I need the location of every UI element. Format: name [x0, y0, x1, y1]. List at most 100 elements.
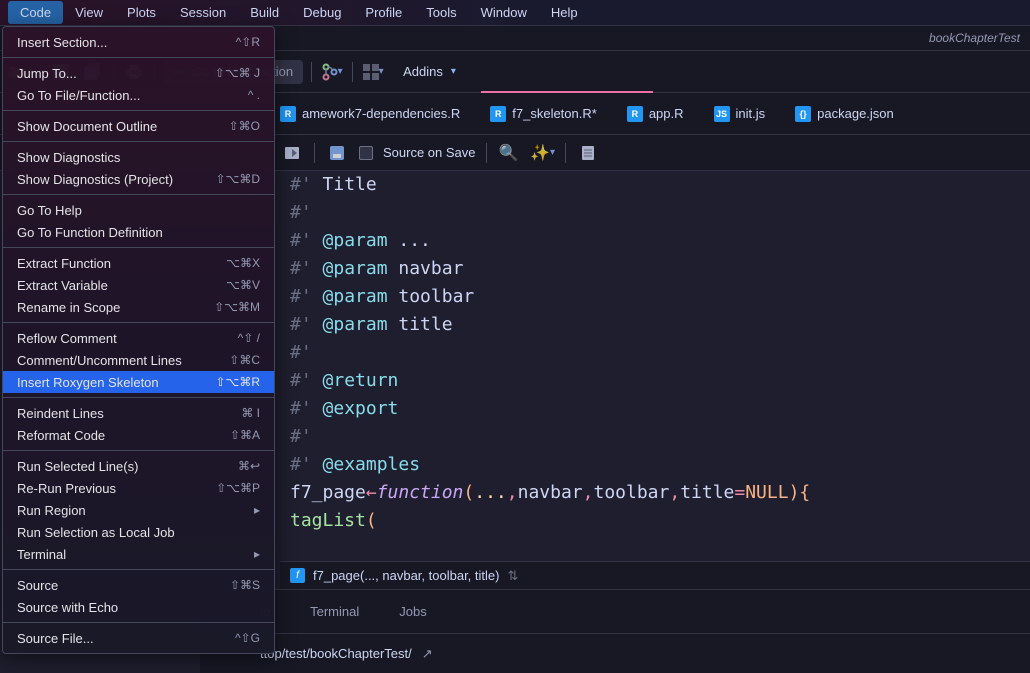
file-tab-label: f7_skeleton.R* — [512, 106, 597, 121]
editor-line[interactable]: #' — [280, 423, 1030, 451]
menu-item-go-to-file-function[interactable]: Go To File/Function...^ . — [3, 84, 274, 106]
menu-item-rename-in-scope[interactable]: Rename in Scope⇧⌥⌘M — [3, 296, 274, 318]
editor-line[interactable]: #' @param toolbar — [280, 283, 1030, 311]
menu-item-shortcut: ⇧⌥⌘R — [215, 375, 260, 389]
menu-item-label: Extract Function — [17, 256, 111, 271]
menu-item-source-file[interactable]: Source File... ^⇧G — [3, 627, 274, 649]
menu-item-label: Show Document Outline — [17, 119, 157, 134]
menu-help[interactable]: Help — [539, 1, 590, 24]
menu-item-reformat-code[interactable]: Reformat Code⇧⌘A — [3, 424, 274, 446]
menu-item-shortcut: ⌥⌘V — [226, 278, 260, 292]
function-signature-bar: f f7_page(..., navbar, toolbar, title) ⇅ — [280, 561, 1030, 589]
menu-item-terminal[interactable]: Terminal — [3, 543, 274, 565]
menu-item-label: Extract Variable — [17, 278, 108, 293]
menu-item-show-document-outline[interactable]: Show Document Outline⇧⌘O — [3, 115, 274, 137]
notebook-icon[interactable] — [576, 141, 600, 165]
menu-separator — [3, 569, 274, 570]
version-control-icon[interactable]: ▾ — [320, 60, 344, 84]
code-editor[interactable]: #' Title#'#' @param ...#' @param navbar#… — [280, 171, 1030, 583]
file-tab-label: amework7-dependencies.R — [302, 106, 460, 121]
editor-line[interactable]: #' — [280, 339, 1030, 367]
menu-profile[interactable]: Profile — [353, 1, 414, 24]
menu-tools[interactable]: Tools — [414, 1, 468, 24]
working-directory-path: ttop/test/bookChapterTest/ — [260, 646, 412, 661]
menu-view[interactable]: View — [63, 1, 115, 24]
menu-item-reflow-comment[interactable]: Reflow Comment^⇧ / — [3, 327, 274, 349]
editor-line[interactable]: #' @param title — [280, 311, 1030, 339]
editor-line[interactable]: #' @param navbar — [280, 255, 1030, 283]
menu-item-run-selection-as-local-job[interactable]: Run Selection as Local Job — [3, 521, 274, 543]
menu-build[interactable]: Build — [238, 1, 291, 24]
menu-item-label: Run Selected Line(s) — [17, 459, 138, 474]
menu-item-shortcut: ⇧⌘S — [230, 578, 260, 592]
menu-item-source[interactable]: Source ⇧⌘S — [3, 574, 274, 596]
menu-item-show-diagnostics-project[interactable]: Show Diagnostics (Project) ⇧⌥⌘D — [3, 168, 274, 190]
menu-item-insert-section[interactable]: Insert Section...^⇧R — [3, 31, 274, 53]
menu-item-re-run-previous[interactable]: Re-Run Previous⇧⌥⌘P — [3, 477, 274, 499]
editor-line[interactable]: #' — [280, 199, 1030, 227]
menu-item-run-region[interactable]: Run Region — [3, 499, 274, 521]
menu-item-show-diagnostics[interactable]: Show Diagnostics — [3, 146, 274, 168]
file-tab-label: package.json — [817, 106, 894, 121]
submenu-arrow-icon — [254, 503, 260, 517]
addins-menu[interactable]: Addins ▾ — [393, 60, 466, 83]
menu-item-label: Show Diagnostics (Project) — [17, 172, 173, 187]
popout-icon[interactable] — [280, 141, 304, 165]
editor-line[interactable]: #' @examples — [280, 451, 1030, 479]
menu-session[interactable]: Session — [168, 1, 238, 24]
file-tab[interactable]: {}package.json — [795, 106, 894, 122]
menu-code[interactable]: Code — [8, 1, 63, 24]
menu-separator — [3, 141, 274, 142]
menu-item-go-to-help[interactable]: Go To Help — [3, 199, 274, 221]
console-path-bar: ttop/test/bookChapterTest/ ↗ — [200, 633, 1030, 673]
save-source-icon[interactable] — [325, 141, 349, 165]
file-tab[interactable]: Ramework7-dependencies.R — [280, 106, 460, 122]
menu-item-comment-uncomment-lines[interactable]: Comment/Uncomment Lines ⇧⌘C — [3, 349, 274, 371]
editor-line[interactable]: #' @return — [280, 367, 1030, 395]
menu-item-label: Source File... — [17, 631, 94, 646]
console-tab-jobs[interactable]: Jobs — [399, 604, 426, 619]
menu-item-source-with-echo[interactable]: Source with Echo — [3, 596, 274, 618]
menu-item-shortcut: ⌥⌘X — [226, 256, 260, 270]
code-menu-dropdown: Insert Section...^⇧RJump To...⇧⌥⌘ JGo To… — [2, 26, 275, 654]
menubar: CodeViewPlotsSessionBuildDebugProfileToo… — [0, 0, 1030, 26]
file-tab[interactable]: Rf7_skeleton.R* — [490, 106, 597, 122]
menu-item-shortcut: ⇧⌥⌘D — [215, 172, 260, 186]
menu-item-shortcut: ⇧⌘C — [229, 353, 260, 367]
menu-item-shortcut: ⌘ I — [241, 406, 260, 420]
menu-item-run-selected-line-s[interactable]: Run Selected Line(s)⌘↩ — [3, 455, 274, 477]
menu-debug[interactable]: Debug — [291, 1, 353, 24]
editor-line[interactable]: #' @export — [280, 395, 1030, 423]
menu-item-jump-to[interactable]: Jump To...⇧⌥⌘ J — [3, 62, 274, 84]
menu-item-label: Go To Function Definition — [17, 225, 163, 240]
console-tab-terminal[interactable]: Terminal — [310, 604, 359, 619]
editor-line[interactable]: f7_page ← function( ... , navbar, toolba… — [280, 479, 1030, 507]
file-tab[interactable]: JSinit.js — [714, 106, 766, 122]
r-file-icon: R — [280, 106, 296, 122]
popout-arrow-icon[interactable]: ↗ — [422, 646, 433, 662]
editor-line[interactable]: #' @param ... — [280, 227, 1030, 255]
menu-plots[interactable]: Plots — [115, 1, 168, 24]
menu-item-reindent-lines[interactable]: Reindent Lines⌘ I — [3, 402, 274, 424]
wand-icon[interactable]: ✨▾ — [531, 141, 555, 165]
menu-item-label: Comment/Uncomment Lines — [17, 353, 182, 368]
menu-item-insert-roxygen-skeleton[interactable]: Insert Roxygen Skeleton⇧⌥⌘R — [3, 371, 274, 393]
menu-item-shortcut: ^ . — [248, 88, 260, 102]
file-tab[interactable]: Rapp.R — [627, 106, 684, 122]
editor-line[interactable]: tagList( — [280, 507, 1030, 535]
js-file-icon: JS — [714, 106, 730, 122]
menu-item-go-to-function-definition[interactable]: Go To Function Definition — [3, 221, 274, 243]
search-icon[interactable]: 🔍 — [497, 141, 521, 165]
menu-item-label: Source — [17, 578, 58, 593]
menu-window[interactable]: Window — [469, 1, 539, 24]
signature-nav-icon[interactable]: ⇅ — [507, 568, 518, 584]
source-on-save-checkbox[interactable] — [359, 146, 373, 160]
editor-line[interactable]: #' Title — [280, 171, 1030, 199]
grid-icon[interactable]: ▾ — [361, 60, 385, 84]
menu-item-extract-function[interactable]: Extract Function ⌥⌘X — [3, 252, 274, 274]
menu-separator — [3, 194, 274, 195]
file-tab-label: app.R — [649, 106, 684, 121]
menu-item-extract-variable[interactable]: Extract Variable ⌥⌘V — [3, 274, 274, 296]
menu-item-shortcut: ^⇧G — [235, 631, 260, 645]
active-tab-indicator — [481, 91, 653, 93]
